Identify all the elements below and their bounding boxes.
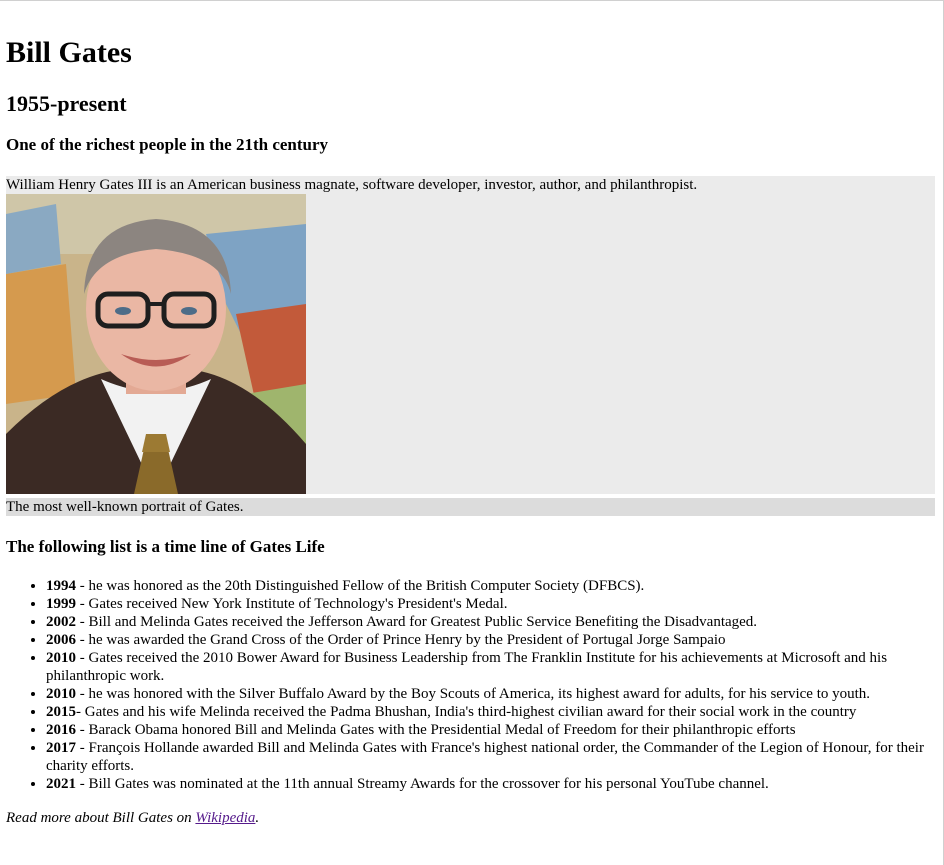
left-eye xyxy=(115,307,131,315)
timeline-year: 1994 xyxy=(46,578,76,594)
timeline-text: Bill and Melinda Gates received the Jeff… xyxy=(88,614,758,630)
map-region-blue-left xyxy=(6,204,61,274)
page-title: Bill Gates xyxy=(6,36,132,69)
timeline-year: 2006 xyxy=(46,632,76,648)
list-item: 2021 - Bill Gates was nominated at the 1… xyxy=(46,775,935,793)
read-more-suffix: . xyxy=(255,810,260,826)
timeline-text: Gates received New York Institute of Tec… xyxy=(88,596,508,612)
portrait-figure: William Henry Gates III is an American b… xyxy=(6,176,935,494)
timeline-heading: The following list is a time line of Gat… xyxy=(6,537,325,556)
timeline-separator: - xyxy=(76,776,89,792)
intro-text: William Henry Gates III is an American b… xyxy=(6,177,698,193)
timeline-text: he was honored with the Silver Buffalo A… xyxy=(88,686,871,702)
list-item: 2010 - Gates received the 2010 Bower Awa… xyxy=(46,649,935,685)
timeline-year: 2017 xyxy=(46,740,76,756)
timeline-text: Bill Gates was nominated at the 11th ann… xyxy=(88,776,769,792)
timeline-separator: - xyxy=(76,740,89,756)
portrait-caption: The most well-known portrait of Gates. xyxy=(6,498,935,516)
timeline-separator: - xyxy=(76,578,89,594)
timeline-list: 1994 - he was honored as the 20th Distin… xyxy=(6,577,935,793)
timeline-text: he was honored as the 20th Distinguished… xyxy=(88,578,645,594)
tie-knot xyxy=(142,434,170,452)
timeline-separator: - xyxy=(76,614,89,630)
wikipedia-link[interactable]: Wikipedia xyxy=(195,810,255,826)
timeline-year: 2010 xyxy=(46,650,76,666)
timeline-year: 2002 xyxy=(46,614,76,630)
timeline-separator: - xyxy=(76,686,89,702)
right-eye xyxy=(181,307,197,315)
timeline-text: Gates received the 2010 Bower Award for … xyxy=(46,650,888,684)
timeline-separator: - xyxy=(76,596,89,612)
portrait-image xyxy=(6,194,306,494)
life-years: 1955-present xyxy=(6,91,127,116)
timeline-text: Barack Obama honored Bill and Melinda Ga… xyxy=(88,722,796,738)
list-item: 1994 - he was honored as the 20th Distin… xyxy=(46,577,935,595)
timeline-separator: - xyxy=(76,632,89,648)
list-item: 2002 - Bill and Melinda Gates received t… xyxy=(46,613,935,631)
timeline-year: 2015 xyxy=(46,704,76,720)
list-item: 2010 - he was honored with the Silver Bu… xyxy=(46,685,935,703)
map-region-orange xyxy=(6,264,76,404)
timeline-separator: - xyxy=(76,704,85,720)
list-item: 1999 - Gates received New York Institute… xyxy=(46,595,935,613)
timeline-separator: - xyxy=(76,722,89,738)
timeline-text: he was awarded the Grand Cross of the Or… xyxy=(88,632,726,648)
list-item: 2016 - Barack Obama honored Bill and Mel… xyxy=(46,721,935,739)
timeline-year: 2010 xyxy=(46,686,76,702)
list-item: 2017 - François Hollande awarded Bill an… xyxy=(46,739,935,775)
timeline-year: 2021 xyxy=(46,776,76,792)
timeline-year: 1999 xyxy=(46,596,76,612)
timeline-text: François Hollande awarded Bill and Melin… xyxy=(46,740,924,774)
read-more-line: Read more about Bill Gates on Wikipedia. xyxy=(6,809,935,827)
tagline: One of the richest people in the 21th ce… xyxy=(6,135,329,154)
list-item: 2006 - he was awarded the Grand Cross of… xyxy=(46,631,935,649)
page: Bill Gates 1955-present One of the riche… xyxy=(0,1,941,827)
list-item: 2015- Gates and his wife Melinda receive… xyxy=(46,703,935,721)
timeline-text: Gates and his wife Melinda received the … xyxy=(84,704,857,720)
timeline-year: 2016 xyxy=(46,722,76,738)
timeline-separator: - xyxy=(76,650,89,666)
read-more-prefix: Read more about Bill Gates on xyxy=(6,810,196,826)
